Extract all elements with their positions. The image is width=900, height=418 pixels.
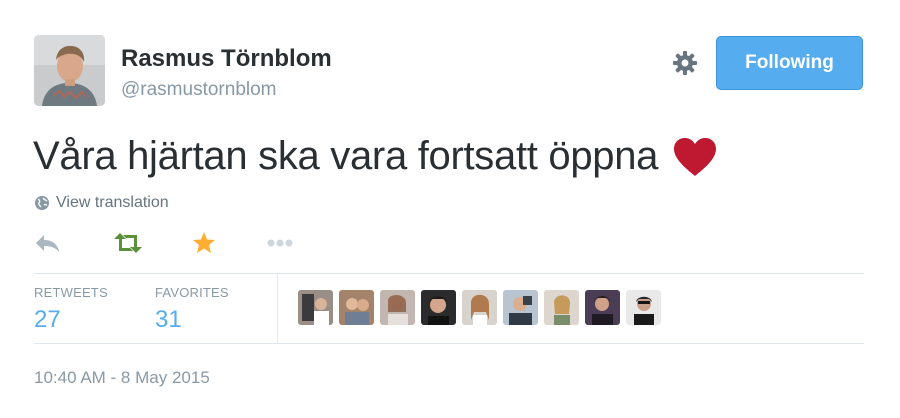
favoriter-avatar[interactable]	[298, 290, 333, 325]
more-dots-icon[interactable]	[266, 230, 294, 256]
view-translation-link[interactable]: View translation	[34, 194, 169, 212]
reply-icon[interactable]	[34, 230, 62, 256]
favoriter-avatar[interactable]	[585, 290, 620, 325]
retweet-icon[interactable]	[112, 230, 144, 256]
favoriter-avatar[interactable]	[339, 290, 374, 325]
favoriters-list	[298, 290, 661, 325]
favoriter-avatar[interactable]	[626, 290, 661, 325]
following-button[interactable]: Following	[716, 36, 863, 90]
favoriter-avatar[interactable]	[544, 290, 579, 325]
favoriter-avatar[interactable]	[380, 290, 415, 325]
gear-icon[interactable]	[670, 48, 700, 78]
heart-emoji-icon	[672, 136, 718, 178]
globe-icon	[35, 196, 49, 210]
favorites-label: FAVORITES	[155, 285, 229, 300]
favorite-star-icon[interactable]	[192, 230, 216, 256]
favoriter-avatar[interactable]	[421, 290, 456, 325]
retweets-stat[interactable]: RETWEETS 27	[34, 285, 108, 334]
author-name[interactable]: Rasmus Törnblom	[121, 45, 332, 73]
divider-bottom	[34, 343, 864, 344]
tweet-text: Våra hjärtan ska vara fortsatt öppna	[33, 134, 718, 179]
stats-divider	[277, 274, 278, 343]
author-handle[interactable]: @rasmustornblom	[121, 79, 277, 101]
view-translation-label[interactable]: View translation	[56, 194, 169, 212]
retweets-count[interactable]: 27	[34, 306, 108, 334]
favorites-count[interactable]: 31	[155, 306, 229, 334]
favoriter-avatar[interactable]	[462, 290, 497, 325]
favoriter-avatar[interactable]	[503, 290, 538, 325]
retweets-label: RETWEETS	[34, 285, 108, 300]
author-avatar[interactable]	[34, 35, 105, 106]
favorites-stat[interactable]: FAVORITES 31	[155, 285, 229, 334]
divider-top	[34, 273, 864, 274]
tweet-text-content: Våra hjärtan ska vara fortsatt öppna	[33, 134, 659, 178]
tweet-timestamp[interactable]: 10:40 AM - 8 May 2015	[34, 368, 210, 388]
